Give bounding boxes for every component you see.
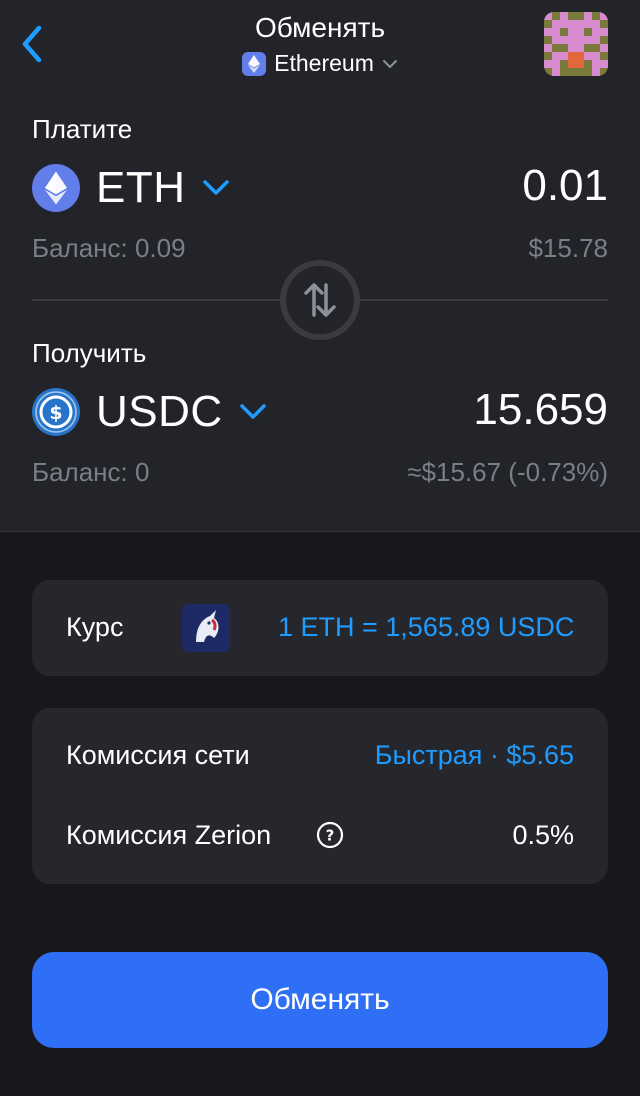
eth-token-icon — [32, 164, 80, 212]
question-circle-icon[interactable]: ? — [316, 821, 344, 849]
chevron-down-icon — [382, 59, 397, 68]
pay-amount-input[interactable]: 0.01 — [522, 161, 608, 211]
network-fee-selector[interactable]: Быстрая · $5.65 — [375, 740, 574, 771]
pay-label: Платите — [32, 114, 133, 144]
receive-token-selector[interactable]: $ USDC — [32, 387, 267, 437]
swap-panel: Обменять Ethereum Платите ETH 0.01 Балан… — [0, 0, 640, 532]
pay-balance: Баланс: 0.09 — [32, 233, 186, 263]
pay-token-selector[interactable]: ETH — [32, 163, 230, 213]
svg-text:$: $ — [49, 402, 62, 424]
svg-text:?: ? — [326, 827, 335, 845]
pay-usd-value: $15.78 — [528, 233, 608, 263]
rate-label: Курс — [66, 612, 124, 642]
fees-card: Комиссия сети Быстрая · $5.65 Комиссия Z… — [32, 708, 608, 884]
receive-amount: 15.659 — [473, 385, 608, 434]
1inch-unicorn-icon — [182, 604, 230, 652]
swap-arrows-icon — [304, 283, 336, 317]
swap-button[interactable]: Обменять — [32, 952, 608, 1048]
receive-token-symbol: USDC — [96, 387, 223, 436]
network-label: Ethereum — [274, 50, 374, 76]
rate-card[interactable]: Курс 1 ETH = 1,565.89 USDC — [32, 580, 608, 676]
zerion-fee-label: Комиссия Zerion — [66, 820, 272, 850]
receive-balance: Баланс: 0 — [32, 457, 150, 487]
zerion-fee-value: 0.5% — [512, 820, 574, 850]
receive-usd-value: ≈$15.67 (-0.73%) — [407, 457, 608, 487]
receive-label: Получить — [32, 338, 147, 368]
usdc-token-icon: $ — [32, 388, 80, 436]
pay-token-symbol: ETH — [96, 163, 186, 212]
avatar[interactable] — [544, 12, 608, 76]
ethereum-icon — [242, 51, 267, 76]
rate-value: 1 ETH = 1,565.89 USDC — [278, 612, 575, 642]
chevron-down-icon — [202, 180, 229, 195]
chevron-down-icon — [239, 404, 266, 419]
network-fee-label: Комиссия сети — [66, 740, 250, 770]
swap-direction-button[interactable] — [280, 260, 360, 340]
